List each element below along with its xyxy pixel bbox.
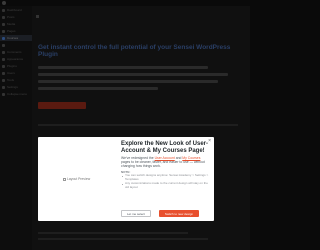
preview-image-alt: Layout Preview xyxy=(67,177,91,181)
broken-image-icon xyxy=(63,177,66,181)
modal-body: We've redesigned the User Account and My… xyxy=(121,156,210,169)
preview-image-placeholder: Layout Preview xyxy=(63,172,93,186)
switch-to-new-design-button[interactable]: Switch to new design xyxy=(158,210,200,217)
modal-body-text: pages to be cleaner, faster, and easier … xyxy=(121,160,205,169)
new-look-modal: × Layout Preview Explore the New Look of… xyxy=(38,137,214,221)
modal-title: Explore the New Look of User-Account & M… xyxy=(121,141,209,154)
note-item: Any customizations made to the current d… xyxy=(121,181,210,190)
preview-image: Layout Preview xyxy=(38,137,118,221)
let-me-select-button[interactable]: Let me select xyxy=(121,210,151,217)
note-list: You can switch designs anytime: Sensei A… xyxy=(121,174,210,189)
modal-content: Explore the New Look of User-Account & M… xyxy=(121,141,210,190)
modal-actions: Let me select Switch to new design xyxy=(121,210,200,217)
